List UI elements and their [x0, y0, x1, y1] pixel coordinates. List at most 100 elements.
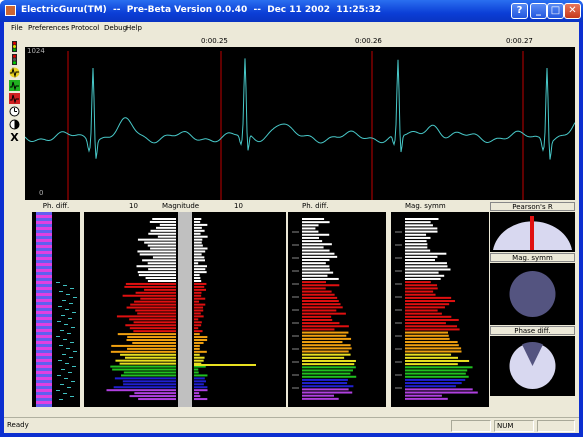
spectrum-bar	[152, 256, 176, 259]
ph-diff-left-panel	[32, 212, 80, 407]
spectrum-bar	[302, 303, 341, 306]
phase-stripe	[36, 284, 52, 287]
ecg-panel[interactable]: 1024 0	[25, 37, 575, 200]
spectrum-bar	[147, 279, 176, 282]
spectrum-bar	[405, 262, 447, 265]
menu-debug[interactable]: Debug	[104, 24, 127, 32]
spectrum-bar	[405, 277, 441, 280]
spectrum-bar	[405, 259, 435, 262]
spectrum-bar	[137, 271, 176, 274]
spectrum-bar	[302, 372, 351, 375]
phase-dot	[61, 369, 65, 370]
phase-stripe	[36, 266, 52, 269]
spectrum-bar	[123, 371, 176, 374]
phase-dot	[60, 384, 64, 385]
spectrum-bar	[194, 318, 199, 321]
title-bar[interactable]: ElectricGuru(TM) -- Pre-Beta Version 0.0…	[0, 0, 583, 22]
spectrum-bar	[302, 318, 333, 321]
phase-stripe	[36, 356, 52, 359]
spectrum-bar	[302, 281, 326, 284]
spectrum-bar	[119, 362, 176, 365]
spectrum-bar	[405, 281, 431, 284]
spectrum-bar	[133, 330, 176, 333]
waveform-icon[interactable]	[9, 67, 20, 78]
spectrum-bar	[405, 224, 433, 227]
phase-dot	[59, 399, 63, 400]
ecg-trace	[25, 58, 575, 160]
spectrum-bar	[405, 366, 473, 369]
spectrum-bar	[194, 253, 202, 256]
phase-dot	[63, 393, 67, 394]
spectrum-bar	[194, 364, 256, 366]
phase-dot	[62, 300, 66, 301]
spectrum-bar	[194, 350, 207, 353]
phase-dot	[59, 345, 63, 346]
phase-stripe	[36, 290, 52, 293]
clock-icon[interactable]	[9, 106, 20, 117]
spectrum-bar	[117, 333, 176, 336]
phase-stripe	[36, 374, 52, 377]
menu-preferences[interactable]: Preferences	[28, 24, 69, 32]
spectrum-bar	[125, 324, 176, 327]
spectrum-bar	[194, 333, 200, 336]
maximize-button[interactable]: □	[547, 3, 564, 19]
phase-stripe	[36, 395, 52, 398]
spectrum-bar	[194, 218, 202, 220]
menu-protocol[interactable]: Protocol	[71, 24, 99, 32]
phase-stripe	[36, 281, 52, 284]
x-icon[interactable]: X	[9, 132, 20, 143]
spectrum-bar	[302, 268, 330, 271]
phase-stripe	[36, 380, 52, 383]
spectrum-bar	[129, 327, 176, 330]
phase-stripe	[36, 383, 52, 386]
spectrum-bar	[302, 293, 335, 296]
spectrum-bar	[405, 315, 452, 318]
spectrum-bar	[140, 297, 176, 300]
traffic-light-icon[interactable]	[9, 41, 20, 52]
phase-dot	[67, 333, 71, 334]
phase-stripe	[36, 257, 52, 260]
phase-dot	[56, 390, 60, 391]
phase-diff-gauge-title: Phase diff.	[490, 326, 575, 335]
spectrum-bar	[405, 296, 452, 299]
traffic-light-icon[interactable]	[9, 54, 20, 65]
spectrum-bar	[302, 290, 332, 293]
spectrum-bar	[139, 253, 176, 256]
ph-diff-left-canvas	[36, 212, 77, 407]
spectrum-bar	[405, 309, 438, 312]
spectrum-bar	[405, 322, 446, 325]
red-waveform-icon[interactable]	[9, 93, 20, 104]
spectrum-bar	[302, 312, 346, 315]
green-waveform-icon[interactable]	[9, 80, 20, 91]
menu-help[interactable]: Help	[126, 24, 142, 32]
phase-stripe	[36, 365, 52, 368]
close-button[interactable]: ✕	[564, 3, 581, 19]
phase-diff-gauge	[490, 336, 575, 396]
spectrum-bar	[129, 318, 176, 321]
spectrum-bar	[194, 285, 205, 288]
spectrum-bar	[302, 252, 335, 255]
spectrum-bar	[194, 226, 202, 229]
help-button[interactable]: ?	[511, 3, 528, 19]
spectrum-bar	[302, 306, 343, 309]
spectrum-bar	[124, 356, 176, 359]
spectrum-bar	[302, 344, 351, 347]
time-label: 0:00.25	[201, 37, 228, 45]
spectrum-bar	[405, 363, 458, 366]
spectrum-bar	[302, 271, 334, 274]
menu-file[interactable]: File	[11, 24, 23, 32]
spectrum-bar	[405, 344, 459, 347]
spectrum-bar	[194, 279, 202, 282]
spectrum-bar	[113, 386, 176, 389]
minimize-button[interactable]: _	[530, 3, 547, 19]
spectrum-bar	[194, 309, 204, 312]
phase-dot	[63, 339, 67, 340]
spectrum-bar	[405, 218, 439, 220]
half-moon-icon[interactable]	[9, 119, 20, 130]
spectrum-bar	[194, 330, 203, 333]
main-window: ElectricGuru(TM) -- Pre-Beta Version 0.0…	[0, 0, 583, 437]
spectrum-bar	[194, 368, 199, 371]
spectrum-bar	[302, 366, 356, 369]
spectrum-bar	[194, 303, 206, 306]
spectrum-bar	[137, 238, 176, 241]
